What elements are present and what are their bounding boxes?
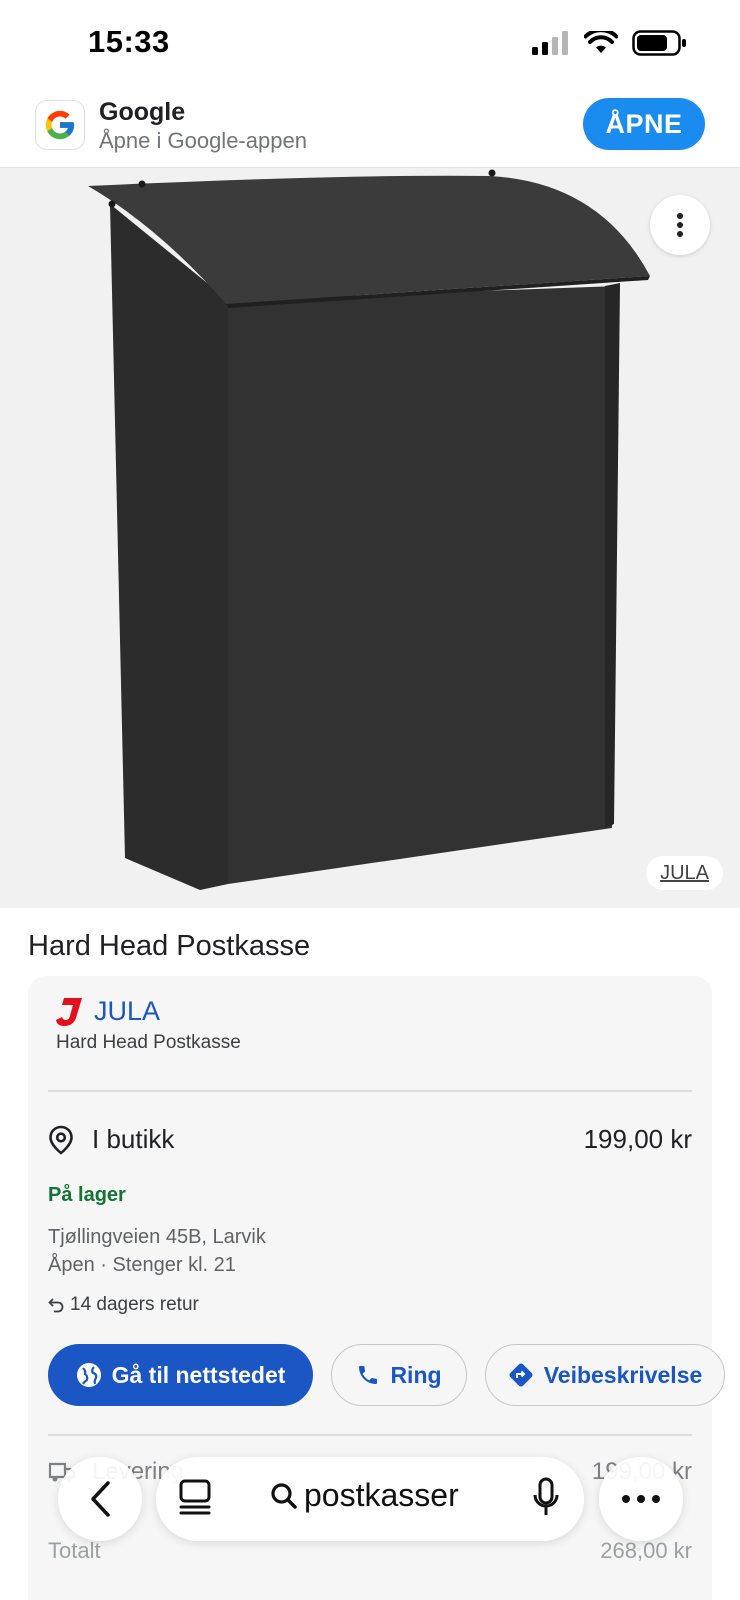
- more-menu-button[interactable]: [599, 1457, 683, 1541]
- search-query-text[interactable]: postkasser: [304, 1477, 459, 1514]
- phone-icon: [359, 1366, 378, 1384]
- call-button[interactable]: Ring: [331, 1344, 467, 1406]
- store-hours: Åpen · Stenger kl. 21: [48, 1254, 236, 1276]
- divider: [48, 1090, 692, 1092]
- website-button[interactable]: Gå til nettstedet: [48, 1344, 313, 1406]
- microphone-icon[interactable]: [532, 1477, 560, 1519]
- return-arrow-icon: [48, 1298, 64, 1313]
- call-button-label: Ring: [390, 1361, 442, 1388]
- google-logo-icon: [35, 100, 85, 150]
- browser-toolbar: postkasser: [0, 1455, 740, 1545]
- product-image: [88, 169, 650, 890]
- directions-button[interactable]: Veibeskrivelse: [485, 1344, 725, 1406]
- wifi-icon: [584, 31, 618, 53]
- stock-status: På lager: [48, 1184, 126, 1206]
- open-app-button[interactable]: ÅPNE: [583, 98, 705, 150]
- website-button-label: Gå til nettstedet: [111, 1361, 286, 1388]
- search-query-wrap[interactable]: postkasser: [270, 1477, 459, 1514]
- more-horizontal-icon: [622, 1495, 660, 1503]
- more-options-button[interactable]: [650, 195, 710, 255]
- in-store-row: I butikk 199,00 kr: [48, 1124, 692, 1155]
- jula-logo-icon: [56, 997, 82, 1026]
- status-icons: [532, 30, 688, 56]
- google-app-banner: Google Åpne i Google-appen ÅPNE: [0, 88, 740, 168]
- battery-icon: [632, 30, 686, 56]
- action-buttons: Gå til nettstedet Ring Veibeskrivelse: [48, 1344, 725, 1406]
- merchant-product-name: Hard Head Postkasse: [56, 1032, 241, 1053]
- in-store-label: I butikk: [92, 1124, 175, 1154]
- banner-subtitle: Åpne i Google-appen: [99, 128, 307, 153]
- more-vert-icon: [677, 213, 683, 237]
- divider: [48, 1434, 692, 1436]
- location-pin-icon: [49, 1125, 73, 1155]
- status-time: 15:33: [88, 24, 170, 59]
- tabs-icon[interactable]: [178, 1479, 212, 1517]
- directions-icon: [509, 1363, 533, 1387]
- banner-title: Google: [99, 98, 186, 126]
- status-bar: 15:33: [0, 0, 740, 88]
- image-source-link[interactable]: JULA: [646, 856, 723, 890]
- search-icon: [271, 1482, 297, 1509]
- return-policy-text: 14 dagers retur: [70, 1294, 199, 1315]
- back-button[interactable]: [58, 1457, 142, 1541]
- address-bar[interactable]: postkasser: [156, 1457, 584, 1541]
- product-title: Hard Head Postkasse: [28, 930, 311, 962]
- in-store-price: 199,00 kr: [583, 1124, 692, 1154]
- directions-button-label: Veibeskrivelse: [543, 1361, 703, 1388]
- merchant-name[interactable]: JULA: [94, 996, 160, 1027]
- globe-icon: [76, 1363, 101, 1387]
- chevron-left-icon: [91, 1481, 110, 1517]
- product-image-area[interactable]: JULA: [0, 168, 740, 908]
- store-address: Tjøllingveien 45B, Larvik: [48, 1226, 266, 1248]
- return-policy: 14 dagers retur: [48, 1294, 199, 1316]
- merchant-row[interactable]: JULA: [56, 996, 160, 1027]
- signal-icon: [532, 31, 568, 55]
